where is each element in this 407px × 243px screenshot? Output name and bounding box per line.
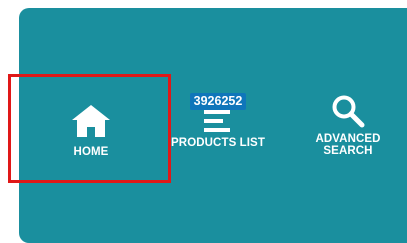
nav-item-advanced-search[interactable]: ADVANCED SEARCH xyxy=(302,94,394,157)
search-icon xyxy=(332,95,365,128)
app-root: HOME 3926252 PRODUCTS LIST ADVANCED SEAR… xyxy=(0,0,407,243)
list-icon xyxy=(204,110,230,132)
nav-label-advanced-search-line2: SEARCH xyxy=(323,145,373,157)
nav-label-products-list: PRODUCTS LIST xyxy=(171,137,265,149)
highlight-box xyxy=(8,74,171,183)
nav-item-products-list[interactable]: 3926252 PRODUCTS LIST xyxy=(160,93,276,149)
nav-label-advanced-search-line1: ADVANCED xyxy=(315,133,381,145)
